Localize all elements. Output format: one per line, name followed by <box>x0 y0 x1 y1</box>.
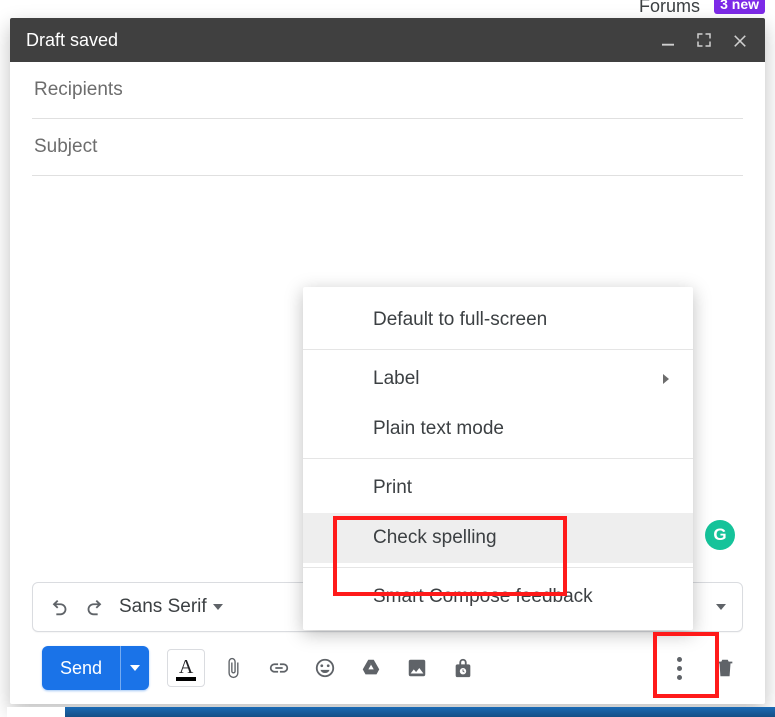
menu-item-label: Smart Compose feedback <box>373 586 593 607</box>
grammarly-letter: G <box>713 525 726 545</box>
menu-item-label: Check spelling <box>373 527 497 548</box>
menu-item-label[interactable]: Label <box>303 354 693 404</box>
dots-icon <box>677 657 682 662</box>
minimize-button[interactable] <box>659 31 677 49</box>
menu-item-default-fullscreen[interactable]: Default to full-screen <box>303 295 693 345</box>
grammarly-badge[interactable]: G <box>705 520 735 550</box>
close-button[interactable] <box>731 31 749 49</box>
emoji-icon <box>314 657 336 679</box>
expand-icon <box>695 31 713 49</box>
more-options-menu: Default to full-screen Label Plain text … <box>303 287 693 630</box>
chevron-right-icon <box>663 374 669 384</box>
chevron-down-icon <box>213 604 223 610</box>
text-color-button[interactable]: A <box>167 649 205 687</box>
lock-clock-icon <box>452 657 474 679</box>
menu-item-label: Plain text mode <box>373 418 504 439</box>
close-icon <box>731 30 749 50</box>
paperclip-icon <box>222 657 244 679</box>
recipients-input[interactable] <box>32 78 747 102</box>
minimize-icon <box>659 31 677 49</box>
menu-item-smart-compose-feedback[interactable]: Smart Compose feedback <box>303 572 693 622</box>
menu-divider <box>303 567 693 568</box>
forums-link[interactable]: Forums <box>639 0 700 17</box>
send-button-group: Send <box>42 646 149 690</box>
background-header: Forums 3 new <box>0 0 775 12</box>
more-formatting-button[interactable] <box>716 604 726 610</box>
insert-emoji-button[interactable] <box>307 650 343 686</box>
dots-icon <box>677 666 682 671</box>
font-family-picker[interactable]: Sans Serif <box>111 596 231 618</box>
insert-drive-button[interactable] <box>353 650 389 686</box>
drive-icon <box>360 657 382 679</box>
send-options-button[interactable] <box>120 646 149 690</box>
subject-field-row <box>32 119 743 176</box>
confidential-mode-button[interactable] <box>445 650 481 686</box>
text-color-letter: A <box>179 656 193 679</box>
insert-photo-button[interactable] <box>399 650 435 686</box>
menu-divider <box>303 349 693 350</box>
dots-icon <box>677 675 682 680</box>
background-taskbar <box>7 707 775 717</box>
fullscreen-button[interactable] <box>695 31 713 49</box>
insert-link-button[interactable] <box>261 650 297 686</box>
menu-divider <box>303 458 693 459</box>
window-title: Draft saved <box>26 30 118 51</box>
menu-item-label: Print <box>373 477 412 498</box>
more-options-button[interactable] <box>661 650 697 686</box>
forums-new-badge: 3 new <box>714 0 765 14</box>
undo-icon <box>49 596 71 618</box>
menu-item-plain-text[interactable]: Plain text mode <box>303 404 693 454</box>
recipients-field-row <box>32 62 743 119</box>
menu-item-print[interactable]: Print <box>303 463 693 513</box>
undo-button[interactable] <box>43 590 77 624</box>
trash-icon <box>714 657 736 679</box>
menu-item-label: Default to full-screen <box>373 309 547 330</box>
action-row: Send A <box>10 632 765 704</box>
subject-input[interactable] <box>32 135 747 159</box>
header-fields <box>10 62 765 176</box>
redo-icon <box>83 596 105 618</box>
menu-item-label: Label <box>373 368 420 389</box>
link-icon <box>268 657 290 679</box>
font-family-label: Sans Serif <box>119 596 207 618</box>
titlebar: Draft saved <box>10 18 765 62</box>
attach-file-button[interactable] <box>215 650 251 686</box>
text-color-underline <box>176 677 196 681</box>
send-button[interactable]: Send <box>42 646 120 690</box>
discard-draft-button[interactable] <box>707 650 743 686</box>
redo-button[interactable] <box>77 590 111 624</box>
window-controls <box>659 31 749 49</box>
menu-item-check-spelling[interactable]: Check spelling <box>303 513 693 563</box>
chevron-down-icon <box>130 665 140 671</box>
image-icon <box>406 657 428 679</box>
